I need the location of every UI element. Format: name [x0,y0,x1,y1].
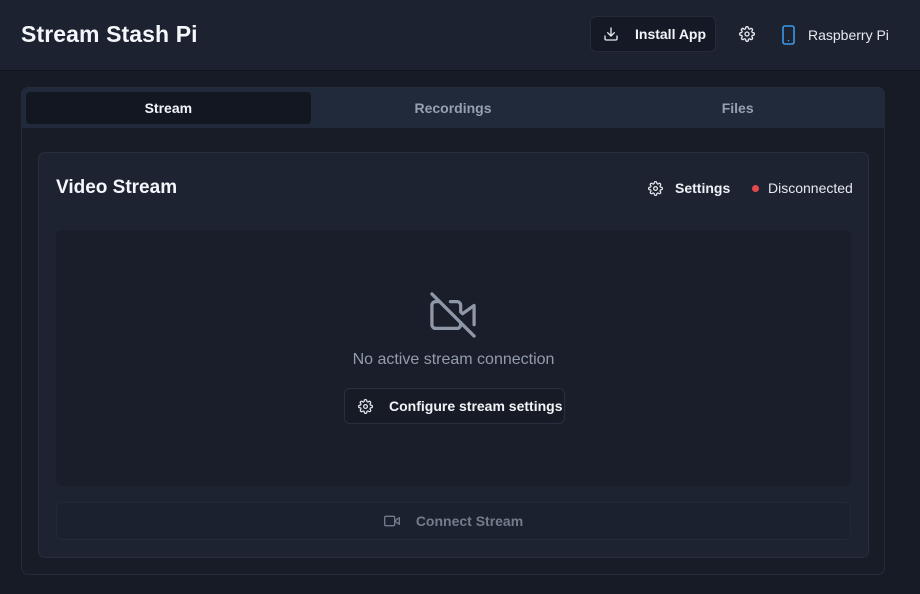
gear-icon [358,398,373,414]
status-dot [752,184,759,192]
stream-settings-button[interactable]: Settings [648,178,730,198]
install-app-button[interactable]: Install App [590,16,716,52]
app-title: Stream Stash Pi [21,21,198,47]
device-name: Raspberry Pi [808,27,889,43]
app-header: Stream Stash Pi Install App Raspberry Pi [0,0,920,71]
empty-state-message: No active stream connection [352,351,555,368]
header-settings-button[interactable] [733,20,761,48]
tab-recordings[interactable]: Recordings [311,92,596,124]
status-badge: Disconnected [768,180,853,196]
device-indicator[interactable]: Raspberry Pi [781,24,889,46]
stream-settings-label: Settings [675,180,731,196]
configure-stream-button[interactable]: Configure stream settings [344,388,565,424]
video-camera-icon [383,515,400,527]
video-stream-card: Video Stream Settings Disconnected No ac… [38,152,869,558]
main-panel: Stream Recordings Files Video Stream Set… [21,87,885,575]
connect-stream-label: Connect Stream [415,513,524,529]
configure-stream-label: Configure stream settings [389,398,563,414]
download-icon [604,27,618,41]
connect-stream-button[interactable]: Connect Stream [56,502,851,540]
smartphone-icon [782,25,795,45]
gear-icon [739,26,755,42]
tab-stream[interactable]: Stream [26,92,311,124]
tab-files[interactable]: Files [595,92,880,124]
install-app-label: Install App [635,26,707,42]
card-title: Video Stream [56,177,178,198]
tab-bar: Stream Recordings Files [22,88,884,128]
video-off-icon [430,292,476,338]
connection-status: Disconnected [752,178,853,198]
video-viewport: No active stream connection Configure st… [56,230,851,486]
gear-icon [648,180,663,196]
